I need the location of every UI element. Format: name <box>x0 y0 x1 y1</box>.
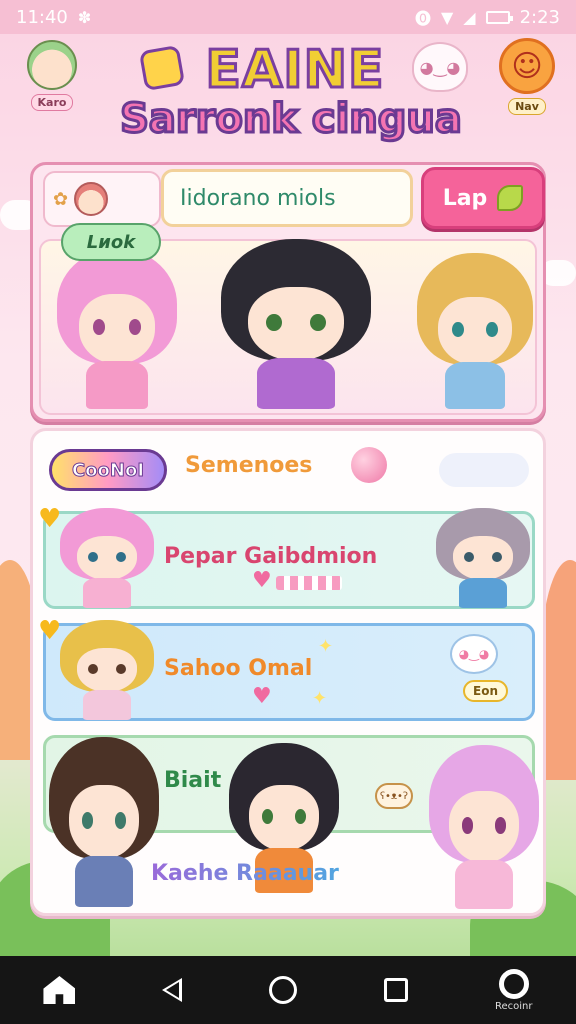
character-lilac-hair[interactable] <box>429 745 539 909</box>
happy-face-icon: ☺ <box>499 38 555 94</box>
record-icon <box>498 968 529 999</box>
signal-icon: ◢ <box>463 7 476 27</box>
list-item[interactable]: ♥ Sahoo Omal ♥ ✦ ✦ ◕‿◕ Eon <box>38 616 535 721</box>
character-face-icon <box>74 182 109 216</box>
sparkle-icon: ✦ <box>312 688 328 709</box>
heart-icon: ♥ <box>252 568 272 593</box>
name-input[interactable] <box>161 169 413 227</box>
row-label: Pepar Gaibdmion <box>164 544 378 569</box>
combo-badge[interactable]: CooNoI <box>49 449 167 491</box>
record-caption: Recoinr <box>495 1000 533 1012</box>
character-blonde[interactable] <box>417 253 533 409</box>
logo-subtitle: Sarronk cingua <box>119 95 464 144</box>
home-icon <box>43 976 76 1004</box>
icon-chip[interactable]: ✿ <box>43 171 161 227</box>
circle-home-icon <box>269 976 298 1004</box>
logo-title: EAINE <box>204 40 385 100</box>
home-button[interactable] <box>43 976 76 1004</box>
list-item[interactable]: ♥ Pepar Gaibdmion ♥ <box>38 504 535 609</box>
flower-pot-icon: ✿ <box>53 188 69 210</box>
balloon-icon <box>351 447 387 483</box>
app-header: Karo EAINE Sarronk cingua ◕‿◕ ☺ Nav <box>0 34 576 164</box>
character-select-card: ✿ Lap Lиok <box>30 162 546 422</box>
back-button[interactable] <box>162 978 183 1002</box>
lap-button-label: Lap <box>442 185 488 211</box>
recents-icon <box>384 978 409 1002</box>
row-label: Biait <box>164 768 222 793</box>
avatar-face-icon <box>27 40 77 90</box>
status-right-time: 2:23 <box>519 6 560 28</box>
row-avatar-blonde <box>60 620 154 720</box>
ghost-mascot-icon[interactable]: ◕‿◕ <box>412 42 468 92</box>
character-brown-hair[interactable] <box>49 737 159 907</box>
speech-bubble-icon: ʕ•ᴥ•ʔ <box>375 783 413 809</box>
notification-icon: ✽ <box>77 7 92 27</box>
heart-icon: ♥ <box>38 616 62 646</box>
row-badge: Eon <box>463 680 508 702</box>
battery-icon <box>485 10 513 24</box>
heart-icon: ♥ <box>252 684 272 709</box>
footer-label: Kaehe Raaauar <box>151 861 339 886</box>
recents-button[interactable] <box>384 978 409 1002</box>
alert-icon: ⓿ <box>414 9 431 28</box>
profile-caption: Karo <box>30 94 74 111</box>
character-stage <box>39 239 537 415</box>
panel-title: Semenoes <box>185 453 313 478</box>
row-avatar-pink <box>60 508 154 608</box>
nav-mascot-button[interactable]: ☺ Nav <box>492 38 562 122</box>
ribbon-icon <box>276 576 342 590</box>
sparkle-icon: ✦ <box>318 636 334 657</box>
profile-avatar-button[interactable]: Karo <box>12 40 92 124</box>
ghost-speech-icon: ◕‿◕ <box>450 634 498 674</box>
character-black-hair[interactable] <box>221 239 371 409</box>
row-label: Sahoo Omal <box>164 656 313 681</box>
circle-home-button[interactable] <box>269 976 298 1004</box>
panel-header: CooNoI Semenoes <box>33 431 543 505</box>
character-pink[interactable] <box>57 249 177 409</box>
system-nav-bar: Recoinr <box>0 956 576 1024</box>
status-time: 11:40 <box>16 6 68 28</box>
back-icon <box>162 978 183 1002</box>
cloud-icon <box>439 453 529 487</box>
leaf-icon <box>497 185 524 211</box>
mode-list-panel: CooNoI Semenoes ♥ Pepar Gaibdmion ♥ ♥ Sa… <box>30 428 546 916</box>
status-bar: 11:40 ✽ ⓿ ▼ ◢ 2:23 <box>0 0 576 34</box>
row-avatar-lilac <box>436 508 530 608</box>
heart-icon: ♥ <box>38 504 62 534</box>
nav-caption: Nav <box>508 98 546 115</box>
lap-button[interactable]: Lap <box>421 167 545 229</box>
record-button[interactable]: Recoinr <box>495 968 533 1012</box>
wifi-icon: ▼ <box>440 7 454 27</box>
tag-bubble[interactable]: Lиok <box>61 223 161 261</box>
